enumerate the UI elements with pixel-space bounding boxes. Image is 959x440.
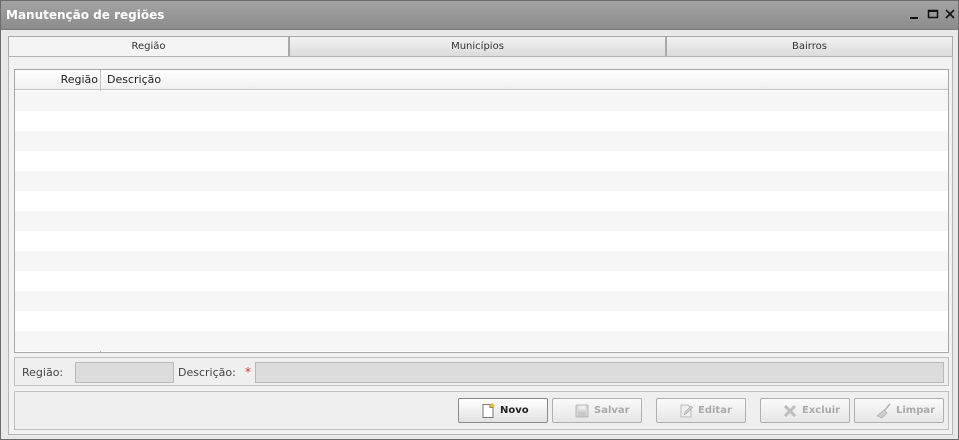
novo-button[interactable]: Novo	[458, 398, 548, 423]
maximize-icon[interactable]	[926, 7, 940, 21]
edit-pencil-icon	[680, 404, 693, 418]
save-icon	[575, 404, 589, 418]
limpar-button[interactable]: Limpar	[854, 398, 944, 423]
tab-bairros[interactable]: Bairros	[666, 36, 953, 56]
required-marker: *	[245, 365, 251, 379]
tab-regiao[interactable]: Região	[8, 36, 289, 57]
table-row[interactable]	[15, 291, 948, 311]
table-row[interactable]	[15, 211, 948, 231]
table-row[interactable]	[15, 151, 948, 171]
action-toolbar: Novo Salvar Editar Excluir Limpar	[14, 391, 949, 430]
novo-label: Novo	[500, 405, 529, 416]
tab-panel-regiao: Região Descrição Região: Descrição: * No…	[8, 56, 953, 435]
new-document-icon	[482, 403, 496, 418]
table-row[interactable]	[15, 271, 948, 291]
table-header: Região Descrição	[15, 70, 948, 90]
regiao-label: Região:	[22, 366, 64, 379]
table-row[interactable]	[15, 111, 948, 131]
salvar-label: Salvar	[594, 405, 630, 416]
editar-button[interactable]: Editar	[656, 398, 746, 423]
table-body	[15, 91, 948, 351]
edit-form: Região: Descrição: *	[14, 357, 949, 386]
table-row[interactable]	[15, 331, 948, 351]
tab-municipios[interactable]: Municípios	[289, 36, 666, 56]
close-icon[interactable]	[943, 7, 957, 21]
window-title: Manutenção de regiões	[6, 8, 165, 22]
table-row[interactable]	[15, 231, 948, 251]
delete-x-icon	[783, 404, 797, 418]
table-row[interactable]	[15, 131, 948, 151]
table-row[interactable]	[15, 311, 948, 331]
regiao-field[interactable]	[75, 362, 174, 383]
column-header-descricao[interactable]: Descrição	[107, 73, 161, 86]
editar-label: Editar	[698, 405, 732, 416]
limpar-label: Limpar	[896, 405, 936, 416]
clear-broom-icon	[876, 403, 891, 419]
salvar-button[interactable]: Salvar	[552, 398, 642, 423]
regions-table[interactable]: Região Descrição	[14, 69, 949, 353]
descricao-label: Descrição:	[178, 366, 236, 379]
descricao-field[interactable]	[255, 362, 944, 383]
table-row[interactable]	[15, 251, 948, 271]
excluir-button[interactable]: Excluir	[760, 398, 850, 423]
table-row[interactable]	[15, 91, 948, 111]
excluir-label: Excluir	[802, 405, 841, 416]
table-row[interactable]	[15, 191, 948, 211]
title-bar[interactable]: Manutenção de regiões	[1, 1, 958, 30]
tab-bar: Região Municípios Bairros	[8, 36, 953, 57]
column-header-regiao[interactable]: Região	[15, 73, 98, 86]
table-row[interactable]	[15, 171, 948, 191]
region-maintenance-window: Manutenção de regiões Região Municípios …	[0, 0, 959, 440]
minimize-icon[interactable]	[907, 7, 921, 21]
